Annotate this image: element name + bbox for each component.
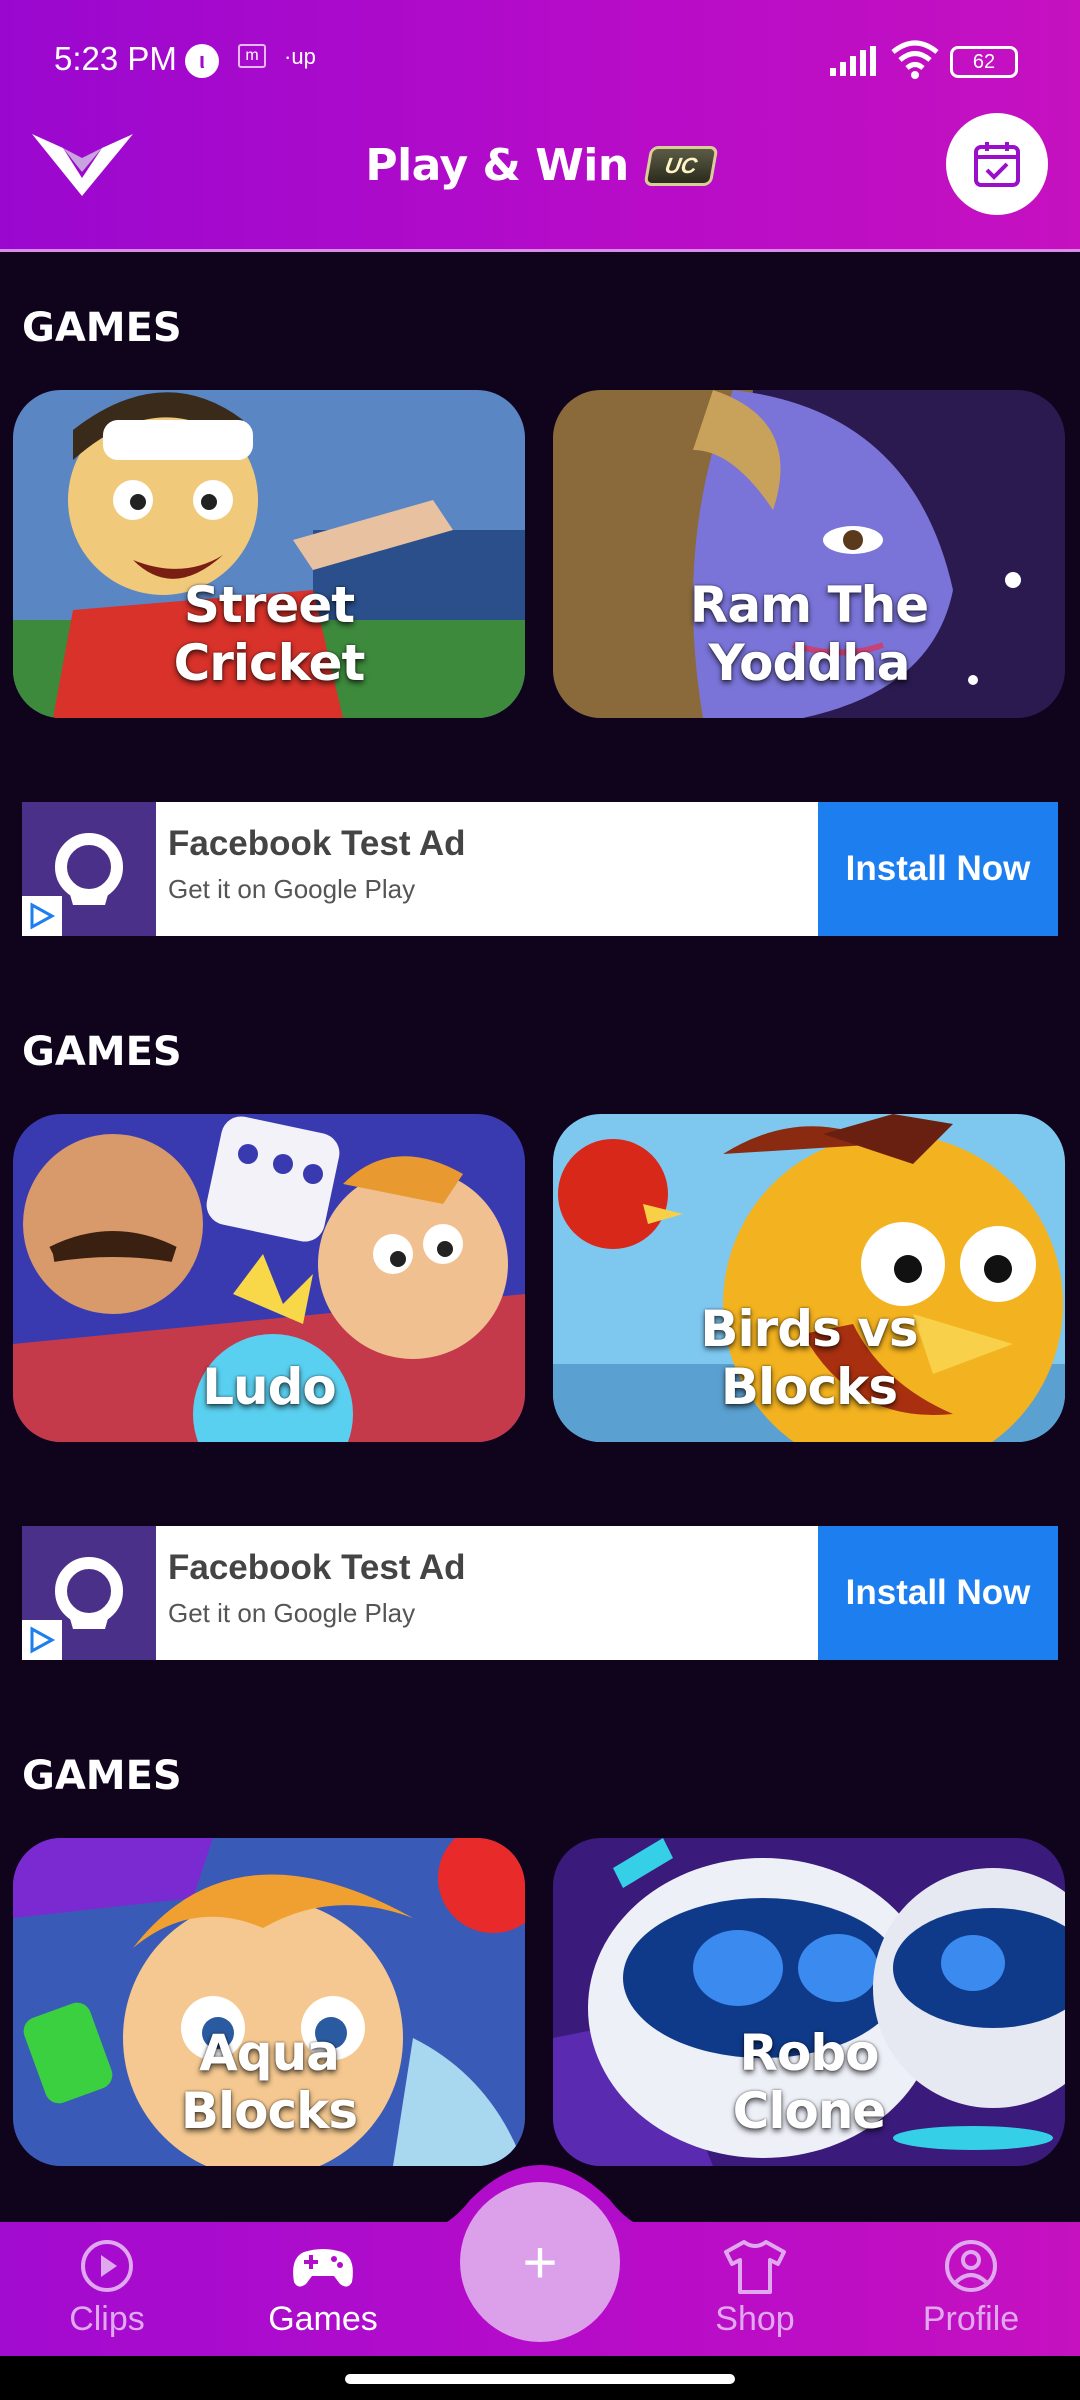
- nav-shop[interactable]: Shop: [675, 2238, 835, 2339]
- status-bar: 5:23 PM ι m · up 62: [0, 0, 1080, 120]
- ad-text: Facebook Test Ad Get it on Google Play: [156, 802, 818, 936]
- ad-choices-icon[interactable]: [22, 1620, 62, 1660]
- tshirt-icon: [724, 2240, 786, 2294]
- page-title: Play & Win: [365, 140, 629, 191]
- game-card-ludo[interactable]: Ludo: [13, 1114, 525, 1442]
- nav-games[interactable]: Games: [243, 2238, 403, 2339]
- nav-label: Shop: [715, 2300, 795, 2338]
- game-card-robo-clone[interactable]: Robo Clone: [553, 1838, 1065, 2166]
- game-title: Ram The Yoddha: [689, 576, 929, 692]
- home-indicator[interactable]: [345, 2374, 735, 2384]
- section-heading: GAMES: [22, 1029, 182, 1075]
- battery-icon: 62: [950, 46, 1018, 78]
- nav-label: Games: [268, 2300, 378, 2338]
- ad-choices-icon[interactable]: [22, 896, 62, 936]
- ad-text: Facebook Test Ad Get it on Google Play: [156, 1526, 818, 1660]
- section-heading: GAMES: [22, 1753, 182, 1799]
- game-title: Robo Clone: [732, 2024, 887, 2140]
- status-time: 5:23 PM: [54, 40, 177, 77]
- ad-thumbnail: [22, 802, 156, 936]
- game-title: Birds vs Blocks: [700, 1300, 918, 1416]
- battery-level: 62: [972, 50, 996, 73]
- up-app-icon: · up: [284, 44, 316, 69]
- facebook-ad-banner[interactable]: Facebook Test Ad Get it on Google Play I…: [22, 1526, 1058, 1660]
- calendar-check-icon: [974, 142, 1020, 187]
- gamepad-icon: [293, 2249, 353, 2287]
- nav-label: Profile: [922, 2300, 1020, 2338]
- header-title-group: Play & Win UC: [0, 140, 1080, 191]
- install-now-button[interactable]: Install Now: [818, 802, 1058, 936]
- add-button[interactable]: +: [460, 2182, 620, 2342]
- ad-title: Facebook Test Ad: [168, 1548, 466, 1587]
- up-app-label: up: [291, 44, 316, 69]
- game-title: Street Cricket: [173, 576, 366, 692]
- user-circle-icon: [945, 2240, 997, 2292]
- game-card-street-cricket[interactable]: Street Cricket: [13, 390, 525, 718]
- install-now-button[interactable]: Install Now: [818, 1526, 1058, 1660]
- app-header: 5:23 PM ι m · up 62 Play & Win UC: [0, 0, 1080, 252]
- wifi-icon: [891, 40, 939, 79]
- notification-app-icon: ι: [185, 44, 219, 78]
- game-title: Ludo: [202, 1358, 337, 1416]
- uc-badge: UC: [643, 145, 719, 186]
- ad-subtitle: Get it on Google Play: [168, 1598, 416, 1628]
- m-app-icon: m: [238, 44, 266, 68]
- section-heading: GAMES: [22, 305, 182, 351]
- facebook-ad-banner[interactable]: Facebook Test Ad Get it on Google Play I…: [22, 802, 1058, 936]
- nav-label: Clips: [69, 2300, 145, 2338]
- play-circle-icon: [81, 2240, 133, 2292]
- game-card-ram-the-yoddha[interactable]: Ram The Yoddha: [553, 390, 1065, 718]
- game-title: Aqua Blocks: [180, 2024, 358, 2140]
- calendar-button[interactable]: [946, 113, 1048, 215]
- game-card-birds-vs-blocks[interactable]: Birds vs Blocks: [553, 1114, 1065, 1442]
- ad-thumbnail: [22, 1526, 156, 1660]
- signal-icon: [830, 46, 876, 76]
- nav-clips[interactable]: Clips: [27, 2238, 187, 2339]
- game-card-aqua-blocks[interactable]: Aqua Blocks: [13, 1838, 525, 2166]
- ad-subtitle: Get it on Google Play: [168, 874, 416, 904]
- nav-profile[interactable]: Profile: [891, 2238, 1051, 2339]
- ad-title: Facebook Test Ad: [168, 824, 466, 863]
